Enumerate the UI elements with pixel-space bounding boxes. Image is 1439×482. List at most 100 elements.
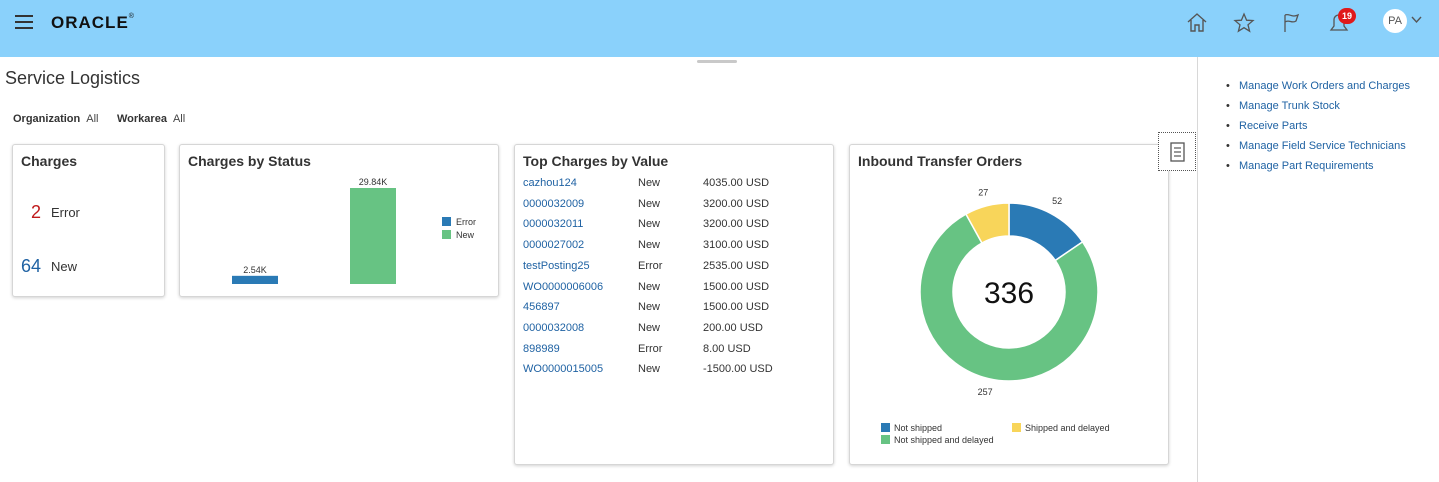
card-title: Top Charges by Value [523, 153, 669, 169]
slice-data-label: 27 [978, 187, 988, 197]
inbound-transfer-card[interactable]: Inbound Transfer Orders 52 257 27 336 Not s… [849, 144, 1169, 465]
page-title: Service Logistics [5, 68, 141, 88]
notification-badge[interactable]: 19 [1338, 8, 1356, 24]
charge-value: 8.00 USD [703, 342, 751, 355]
bar-new[interactable] [350, 188, 396, 284]
filter-organization[interactable]: Organization All [13, 113, 98, 125]
table-row[interactable]: WO0000006006 New 1500.00 USD [523, 281, 823, 297]
charge-value: 3200.00 USD [703, 197, 770, 210]
slice-data-label: 52 [1052, 196, 1062, 206]
error-count[interactable]: 2 [31, 202, 41, 223]
home-icon[interactable] [1185, 11, 1209, 35]
new-label: New [51, 259, 78, 274]
filter-value: All [172, 113, 186, 125]
charge-status: New [638, 280, 661, 293]
charge-id-link[interactable]: 456897 [523, 301, 560, 313]
top-charges-card[interactable]: Top Charges by Value cazhou124 New 4035.00… [514, 144, 834, 465]
legend-shipped-and-delayed[interactable]: Shipped and delayed [1012, 423, 1110, 433]
task-link[interactable]: Manage Trunk Stock [1226, 96, 1410, 116]
charge-id-link[interactable]: cazhou124 [523, 177, 577, 189]
legend-label: Not shipped and delayed [894, 435, 994, 445]
charge-value: 3100.00 USD [703, 239, 770, 252]
table-row[interactable]: 0000032011 New 3200.00 USD [523, 218, 823, 234]
legend-swatch [881, 435, 890, 444]
legend-label: Error [456, 217, 476, 227]
resize-handle[interactable] [697, 60, 737, 63]
card-title: Charges [21, 153, 78, 169]
legend-label: Shipped and delayed [1025, 423, 1110, 433]
charge-status: Error [638, 259, 663, 272]
oracle-logo[interactable]: ORACLE® [51, 13, 135, 33]
table-row[interactable]: 0000032008 New 200.00 USD [523, 322, 823, 338]
task-link[interactable]: Manage Field Service Technicians [1226, 136, 1410, 156]
user-avatar[interactable]: PA [1383, 9, 1407, 33]
legend-label: Not shipped [894, 423, 943, 433]
table-row[interactable]: 0000027002 New 3100.00 USD [523, 239, 823, 255]
legend-swatch [1012, 423, 1021, 432]
charge-status: New [638, 177, 661, 189]
charge-id-link[interactable]: 898989 [523, 343, 560, 355]
charge-value: 200.00 USD [703, 321, 763, 334]
card-title: Inbound Transfer Orders [858, 153, 1023, 169]
task-link[interactable]: Manage Work Orders and Charges [1226, 76, 1410, 96]
legend-swatch [881, 423, 890, 432]
error-label: Error [51, 205, 80, 220]
table-row[interactable]: 456897 New 1500.00 USD [523, 301, 823, 317]
charge-status: New [638, 301, 661, 314]
task-link[interactable]: Receive Parts [1226, 116, 1410, 136]
charge-value: 3200.00 USD [703, 218, 770, 231]
charge-status: Error [638, 342, 663, 355]
charge-id-link[interactable]: WO0000015005 [523, 363, 603, 375]
toggle-panel-button[interactable] [1158, 132, 1196, 171]
charge-status: New [638, 218, 661, 231]
charge-id-link[interactable]: testPosting25 [523, 260, 590, 272]
legend-not-shipped[interactable]: Not shipped [881, 423, 942, 433]
charge-status: New [638, 197, 661, 210]
inbound-transfer-donut-chart: 52 257 27 336 [919, 187, 1099, 397]
document-icon [1170, 142, 1185, 162]
filter-label: Organization [13, 113, 81, 125]
legend-swatch[interactable] [442, 230, 451, 239]
top-bar: ORACLE® 19 PA [0, 0, 1439, 57]
panel-divider [1197, 57, 1198, 482]
chevron-down-icon[interactable] [1411, 16, 1422, 24]
charge-status: New [638, 363, 661, 376]
charge-id-link[interactable]: 0000032009 [523, 198, 584, 210]
charge-status: New [638, 239, 661, 252]
charges-card[interactable]: Charges 2 Error 64 New [12, 144, 165, 297]
filter-value: All [86, 113, 99, 125]
filter-label: Workarea [117, 113, 167, 125]
charge-status: New [638, 321, 661, 334]
filter-workarea[interactable]: Workarea All [117, 113, 185, 125]
table-row[interactable]: cazhou124 New 4035.00 USD [523, 177, 823, 193]
charge-id-link[interactable]: WO0000006006 [523, 281, 603, 293]
table-row[interactable]: testPosting25 Error 2535.00 USD [523, 260, 823, 276]
table-row[interactable]: 898989 Error 8.00 USD [523, 343, 823, 359]
charges-by-status-chart: 2.54K 29.84K Error New [232, 177, 476, 284]
legend-swatch[interactable] [442, 217, 451, 226]
charge-value: -1500.00 USD [703, 363, 773, 376]
task-link[interactable]: Manage Part Requirements [1226, 156, 1410, 176]
bar-data-label: 2.54K [243, 265, 267, 275]
charge-value: 1500.00 USD [703, 301, 770, 314]
donut-center-total: 336 [984, 277, 1034, 310]
table-row[interactable]: WO0000015005 New -1500.00 USD [523, 363, 823, 379]
charge-value: 1500.00 USD [703, 280, 770, 293]
task-links-list: Manage Work Orders and ChargesManage Tru… [1226, 76, 1410, 176]
charges-by-status-card[interactable]: Charges by Status 2.54K 29.84K Error New [179, 144, 499, 297]
charge-value: 2535.00 USD [703, 259, 770, 272]
new-count[interactable]: 64 [21, 256, 41, 277]
bar-error[interactable] [232, 275, 278, 284]
charge-id-link[interactable]: 0000027002 [523, 239, 584, 251]
charge-value: 4035.00 USD [703, 177, 770, 189]
legend-not-shipped-and-delayed[interactable]: Not shipped and delayed [881, 435, 994, 445]
slice-data-label: 257 [978, 387, 993, 397]
legend-label: New [456, 230, 475, 240]
table-row[interactable]: 0000032009 New 3200.00 USD [523, 198, 823, 214]
logo-text: ORACLE [51, 13, 129, 32]
charge-id-link[interactable]: 0000032008 [523, 322, 584, 334]
watchlist-flag-icon[interactable] [1280, 11, 1304, 35]
charge-id-link[interactable]: 0000032011 [523, 218, 583, 230]
favorites-star-icon[interactable] [1232, 11, 1256, 35]
menu-icon[interactable] [15, 15, 33, 29]
